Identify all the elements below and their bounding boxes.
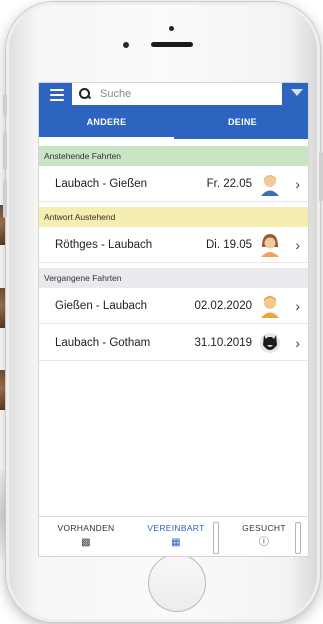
nav-divider xyxy=(213,522,219,554)
nav-label: VEREINBART xyxy=(147,523,205,533)
ride-route: Röthges - Laubach xyxy=(55,238,153,251)
section-title: Vergangene Fahrten xyxy=(44,273,122,283)
nav-label: VORHANDEN xyxy=(57,523,115,533)
front-camera xyxy=(169,26,174,31)
chevron-right-icon: › xyxy=(295,237,300,253)
tab-deine[interactable]: DEINE xyxy=(175,105,308,139)
ride-row[interactable]: Röthges - Laubach Di. 19.05 › xyxy=(39,227,308,263)
phone-frame: ANDERE DEINE Anstehende Fahrten Laubach … xyxy=(3,2,323,622)
volume-up-button xyxy=(3,132,7,170)
section-title: Antwort Austehend xyxy=(44,212,116,222)
man-blond-avatar-icon xyxy=(261,175,279,196)
bottom-navigation: VORHANDEN ▩ VEREINBART ▦ GESUCHT ⓘ xyxy=(39,516,308,557)
volume-down-button xyxy=(3,180,7,218)
section-header-past: Vergangene Fahrten xyxy=(39,268,308,288)
man-orange-avatar-icon xyxy=(261,296,279,318)
ride-date: Fr. 22.05 xyxy=(206,177,252,190)
section-title: Anstehende Fahrten xyxy=(44,151,122,161)
ride-date: 02.02.2020 xyxy=(194,299,252,312)
earpiece-speaker xyxy=(151,42,193,47)
help-circle-icon: ⓘ xyxy=(258,537,270,548)
search-icon xyxy=(78,87,92,101)
chevron-right-icon: › xyxy=(295,298,300,314)
search-input[interactable] xyxy=(100,88,270,100)
nav-gesucht[interactable]: GESUCHT ⓘ xyxy=(225,523,303,548)
ride-row[interactable]: Gießen - Laubach 02.02.2020 › xyxy=(39,288,308,324)
ride-route: Gießen - Laubach xyxy=(55,299,148,312)
filter-icon[interactable] xyxy=(291,89,303,96)
ride-date: 31.10.2019 xyxy=(194,336,252,349)
nav-vorhanden[interactable]: VORHANDEN ▩ xyxy=(47,523,125,548)
ride-route: Laubach - Gotham xyxy=(55,336,151,349)
app-screen: ANDERE DEINE Anstehende Fahrten Laubach … xyxy=(38,82,309,557)
ride-row[interactable]: Laubach - Gotham 31.10.2019 › xyxy=(39,325,308,361)
car-icon: ▩ xyxy=(81,537,91,548)
menu-icon[interactable] xyxy=(46,87,68,103)
woman-brown-hair-avatar-icon xyxy=(261,234,279,257)
ride-date: Di. 19.05 xyxy=(205,238,252,251)
app-header: ANDERE DEINE xyxy=(39,83,308,139)
chevron-right-icon: › xyxy=(295,176,300,192)
tab-label: ANDERE xyxy=(86,117,127,127)
ride-route: Laubach - Gießen xyxy=(55,177,148,190)
active-nav-indicator xyxy=(142,556,209,557)
chevron-right-icon: › xyxy=(295,335,300,351)
mute-switch xyxy=(3,94,7,116)
nav-label: GESUCHT xyxy=(242,523,286,533)
active-tab-indicator xyxy=(39,137,174,139)
tab-andere[interactable]: ANDERE xyxy=(39,105,174,139)
proximity-sensor xyxy=(123,42,129,48)
section-header-pending: Antwort Austehend xyxy=(39,207,308,227)
nav-divider xyxy=(295,522,301,554)
section-header-upcoming: Anstehende Fahrten xyxy=(39,146,308,166)
ride-row[interactable]: Laubach - Gießen Fr. 22.05 › xyxy=(39,166,308,202)
power-button xyxy=(319,152,323,202)
search-bar[interactable] xyxy=(72,83,282,105)
home-button[interactable] xyxy=(148,554,206,612)
tab-label: DEINE xyxy=(227,117,257,127)
batman-avatar-icon xyxy=(260,333,280,353)
calendar-icon: ▦ xyxy=(171,537,181,548)
nav-vereinbart[interactable]: VEREINBART ▦ xyxy=(137,523,215,548)
